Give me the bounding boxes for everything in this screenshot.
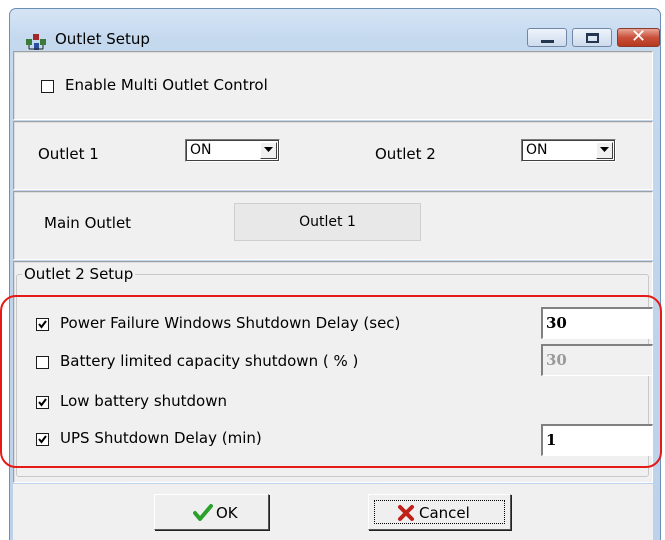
main-outlet-button[interactable]: Outlet 1 <box>234 203 421 241</box>
outlet2-label: Outlet 2 <box>375 145 436 163</box>
enable-multi-outlet-label: Enable Multi Outlet Control <box>65 76 268 94</box>
outlet2-setup-group-label: Outlet 2 Setup <box>22 265 136 283</box>
main-outlet-panel: Main Outlet Outlet 1 <box>13 191 653 260</box>
chevron-down-icon[interactable] <box>260 142 277 159</box>
outlet2-select[interactable]: ON <box>521 139 616 162</box>
minimize-button[interactable] <box>527 28 567 47</box>
battery-capacity-input[interactable]: 30 <box>541 344 653 376</box>
power-failure-delay-label: Power Failure Windows Shutdown Delay (se… <box>60 314 401 332</box>
checkmark-icon <box>38 435 47 444</box>
window-title: Outlet Setup <box>55 30 150 48</box>
outlet1-select-value: ON <box>190 142 212 158</box>
power-failure-delay-checkbox[interactable] <box>36 318 49 331</box>
battery-capacity-shutdown-label: Battery limited capacity shutdown ( % ) <box>60 352 359 370</box>
cancel-button[interactable]: Cancel <box>368 494 511 530</box>
checkmark-icon <box>193 504 213 521</box>
x-icon <box>398 505 414 521</box>
ok-button[interactable]: OK <box>154 494 269 530</box>
checkmark-icon <box>38 398 47 407</box>
title-bar[interactable]: Outlet Setup ✕ <box>10 9 660 50</box>
checkmark-icon <box>38 320 47 329</box>
outlet1-select[interactable]: ON <box>185 139 280 162</box>
maximize-icon <box>586 33 599 43</box>
main-outlet-label: Main Outlet <box>44 214 132 232</box>
low-battery-shutdown-label: Low battery shutdown <box>60 392 228 410</box>
outlet2-select-value: ON <box>526 142 548 158</box>
close-button[interactable]: ✕ <box>617 26 660 47</box>
outlet1-label: Outlet 1 <box>38 145 99 163</box>
cancel-button-content: Cancel <box>397 504 470 522</box>
button-bar <box>13 484 653 540</box>
ok-button-label: OK <box>216 504 238 522</box>
ups-shutdown-delay-label: UPS Shutdown Delay (min) <box>60 429 262 447</box>
outlet-state-panel: Outlet 1 ON Outlet 2 ON <box>13 121 653 190</box>
ups-shutdown-delay-input[interactable]: 1 <box>541 424 653 456</box>
network-outlet-icon <box>26 34 46 50</box>
outlet2-setup-panel: Outlet 2 Setup Power Failure Windows Shu… <box>13 261 653 483</box>
battery-capacity-shutdown-checkbox[interactable] <box>36 356 49 369</box>
ok-button-content: OK <box>193 504 238 522</box>
chevron-down-icon[interactable] <box>596 142 613 159</box>
minimize-icon <box>541 40 554 43</box>
cancel-button-label: Cancel <box>419 504 470 522</box>
close-icon: ✕ <box>631 26 647 47</box>
power-failure-delay-input[interactable]: 30 <box>541 307 653 339</box>
maximize-button[interactable] <box>572 28 612 47</box>
ups-shutdown-delay-checkbox[interactable] <box>36 433 49 446</box>
low-battery-shutdown-checkbox[interactable] <box>36 396 49 409</box>
enable-multi-outlet-checkbox[interactable] <box>41 80 54 93</box>
multi-outlet-panel: Enable Multi Outlet Control <box>13 51 653 120</box>
